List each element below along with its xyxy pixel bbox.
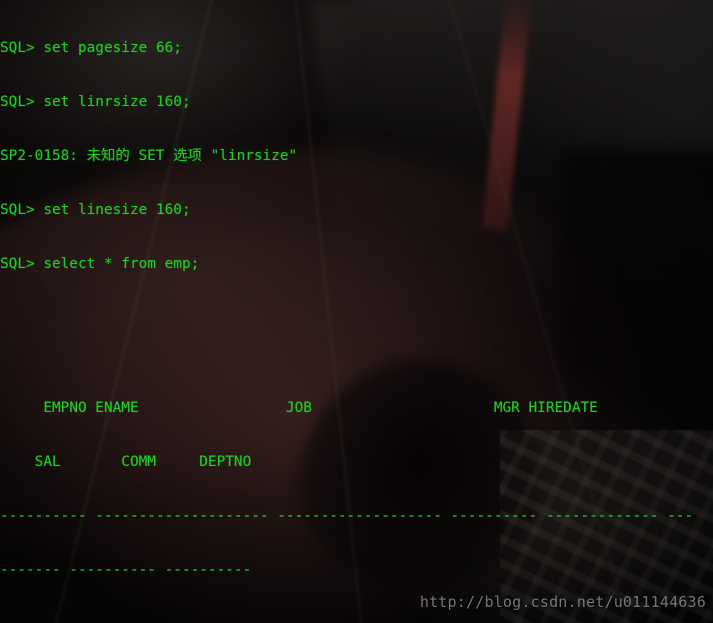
command-line-set-linesize: SQL> set linesize 160; — [0, 202, 191, 218]
command-line-set-pagesize: SQL> set pagesize 66; — [0, 40, 182, 56]
result-separator-1: ---------- -------------------- --------… — [0, 508, 694, 524]
result-separator-2: ------- ---------- ---------- — [0, 562, 252, 578]
terminal-output[interactable]: SQL> set pagesize 66; SQL> set linrsize … — [0, 0, 713, 623]
terminal-screen[interactable]: SQL> set pagesize 66; SQL> set linrsize … — [0, 0, 713, 623]
command-line-set-linrsize: SQL> set linrsize 160; — [0, 94, 191, 110]
error-message-sp2-0158: SP2-0158: 未知的 SET 选项 "linrsize" — [0, 148, 298, 164]
result-header-row-1: EMPNO ENAME JOB MGR HIREDATE — [0, 400, 598, 416]
result-header-row-2: SAL COMM DEPTNO — [0, 454, 252, 470]
command-line-select-emp: SQL> select * from emp; — [0, 256, 200, 272]
